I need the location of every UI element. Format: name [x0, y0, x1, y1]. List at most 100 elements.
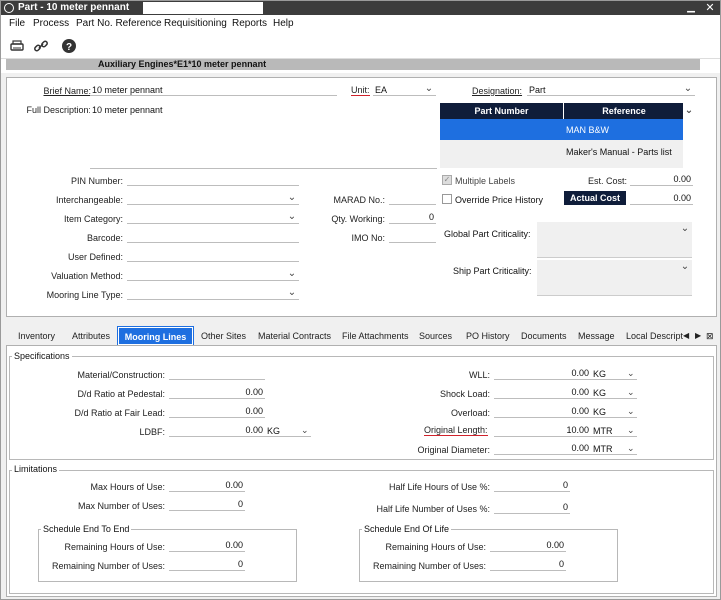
global-part-criticality-label: Global Part Criticality: — [444, 229, 531, 239]
eol-remaining-uses-field[interactable]: 0 — [490, 558, 566, 571]
wll-unit-select[interactable]: KG ⌄ — [591, 367, 637, 380]
tab-scroll-right-icon[interactable]: ▶ — [695, 327, 701, 345]
col-reference[interactable]: Reference — [565, 103, 683, 119]
max-hours-field[interactable]: 0.00 — [169, 479, 245, 492]
valuation-method-select[interactable]: ⌄ — [127, 268, 299, 281]
tab-mooring-lines[interactable]: Mooring Lines — [117, 326, 194, 346]
menu-part-no-reference[interactable]: Part No. Reference — [76, 18, 162, 29]
est-cost-field[interactable]: 0.00 — [630, 173, 693, 186]
tab-attributes[interactable]: Attributes — [72, 327, 110, 345]
chevron-down-icon[interactable]: ⌄ — [287, 269, 297, 279]
wll-field[interactable]: 0.00 — [494, 367, 591, 380]
minimize-icon[interactable]: ▁ — [684, 1, 698, 15]
wll-label: WLL: — [468, 370, 490, 380]
chevron-down-icon[interactable]: ⌄ — [627, 387, 637, 397]
tab-material-contracts[interactable]: Material Contracts — [258, 327, 331, 345]
marad-no-field[interactable] — [389, 192, 436, 205]
tab-menu-icon[interactable]: ⊠ — [706, 327, 714, 345]
max-uses-field[interactable]: 0 — [169, 498, 245, 511]
help-icon[interactable]: ? — [61, 38, 77, 54]
chevron-down-icon[interactable]: ⌄ — [684, 106, 694, 116]
global-part-criticality-select[interactable]: ⌄ — [537, 222, 692, 258]
max-hours-label: Max Hours of Use: — [90, 482, 165, 492]
menu-reports[interactable]: Reports — [232, 18, 267, 29]
qty-working-field[interactable]: 0 — [389, 211, 436, 224]
chevron-down-icon[interactable]: ⌄ — [680, 262, 690, 272]
half-life-uses-field[interactable]: 0 — [494, 501, 570, 514]
dd-pedestal-field[interactable]: 0.00 — [169, 386, 265, 399]
original-diameter-field[interactable]: 0.00 — [494, 442, 591, 455]
dd-fairlead-field[interactable]: 0.00 — [169, 405, 265, 418]
pin-number-field[interactable] — [127, 173, 299, 186]
ete-remaining-hours-field[interactable]: 0.00 — [169, 539, 245, 552]
item-category-select[interactable]: ⌄ — [127, 211, 299, 224]
menu-help[interactable]: Help — [273, 18, 294, 29]
tab-sources[interactable]: Sources — [419, 327, 452, 345]
part-window: Part - 10 meter pennant ▁ ✕ File Process… — [0, 0, 721, 600]
override-price-history-checkbox[interactable] — [442, 194, 452, 204]
chevron-down-icon[interactable]: ⌄ — [287, 288, 297, 298]
print-icon[interactable] — [9, 38, 25, 54]
designation-label: Designation: — [472, 86, 523, 96]
chevron-down-icon[interactable]: ⌄ — [287, 193, 297, 203]
link-icon[interactable] — [33, 38, 49, 54]
chevron-down-icon[interactable]: ⌄ — [627, 443, 637, 453]
original-diameter-unit-select[interactable]: MTR ⌄ — [591, 442, 637, 455]
overload-field[interactable]: 0.00 — [494, 405, 591, 418]
specifications-title: Specifications — [12, 351, 72, 361]
ship-part-criticality-label: Ship Part Criticality: — [453, 266, 532, 276]
ship-part-criticality-select[interactable]: ⌄ — [537, 260, 692, 296]
tab-strip: Inventory Attributes Mooring Lines Other… — [6, 326, 717, 346]
reference-row[interactable]: Maker's Manual - Parts list — [440, 140, 683, 168]
tab-local-description[interactable]: Local Descript — [626, 327, 683, 345]
menu-file[interactable]: File — [9, 18, 25, 29]
chevron-down-icon[interactable]: ⌄ — [627, 425, 637, 435]
menu-requisitioning[interactable]: Requisitioning — [164, 18, 227, 29]
close-icon[interactable]: ✕ — [703, 1, 717, 15]
tab-message[interactable]: Message — [578, 327, 615, 345]
original-length-unit-value: MTR — [593, 426, 613, 436]
overload-unit-select[interactable]: KG ⌄ — [591, 405, 637, 418]
chevron-down-icon[interactable]: ⌄ — [680, 224, 690, 234]
reference-row[interactable]: MAN B&W — [440, 119, 683, 140]
shock-load-unit-select[interactable]: KG ⌄ — [591, 386, 637, 399]
unit-select[interactable]: EA ⌄ — [373, 83, 436, 96]
tab-documents[interactable]: Documents — [521, 327, 567, 345]
chevron-down-icon[interactable]: ⌄ — [683, 84, 693, 94]
col-part-number[interactable]: Part Number — [440, 103, 564, 119]
designation-select[interactable]: Part ⌄ — [527, 83, 695, 96]
original-length-unit-select[interactable]: MTR ⌄ — [591, 424, 637, 437]
user-defined-field[interactable] — [127, 249, 299, 262]
chevron-down-icon[interactable]: ⌄ — [627, 406, 637, 416]
tab-po-history[interactable]: PO History — [466, 327, 510, 345]
ldbf-field[interactable]: 0.00 — [169, 424, 265, 437]
half-life-hours-field[interactable]: 0 — [494, 479, 570, 492]
original-length-field[interactable]: 10.00 — [494, 424, 591, 437]
chevron-down-icon[interactable]: ⌄ — [627, 368, 637, 378]
overload-unit-value: KG — [593, 407, 607, 417]
material-construction-field[interactable] — [169, 367, 265, 380]
schedule-end-of-life-group — [359, 529, 618, 582]
original-length-label: Original Length: — [424, 425, 488, 436]
tab-other-sites[interactable]: Other Sites — [201, 327, 246, 345]
imo-no-field[interactable] — [389, 230, 436, 243]
full-description-field[interactable]: 10 meter pennant — [90, 100, 437, 169]
chevron-down-icon[interactable]: ⌄ — [424, 84, 434, 94]
actual-cost-field[interactable]: 0.00 — [630, 192, 693, 205]
chevron-down-icon[interactable]: ⌄ — [301, 425, 311, 435]
chevron-down-icon[interactable]: ⌄ — [287, 212, 297, 222]
ete-remaining-uses-field[interactable]: 0 — [169, 558, 245, 571]
eol-remaining-hours-field[interactable]: 0.00 — [490, 539, 566, 552]
tab-scroll-left-icon[interactable]: ◀ — [683, 327, 689, 345]
tab-file-attachments[interactable]: File Attachments — [342, 327, 409, 345]
tab-inventory[interactable]: Inventory — [18, 327, 55, 345]
ldbf-unit-select[interactable]: KG ⌄ — [265, 424, 311, 437]
barcode-field[interactable] — [127, 230, 299, 243]
mooring-line-type-select[interactable]: ⌄ — [127, 287, 299, 300]
interchangeable-select[interactable]: ⌄ — [127, 192, 299, 205]
multiple-labels-checkbox[interactable]: ✓ — [442, 175, 452, 185]
breadcrumb-path: Auxiliary Engines*E1*10 meter pennant — [6, 59, 700, 70]
shock-load-field[interactable]: 0.00 — [494, 386, 591, 399]
brief-name-field[interactable]: 10 meter pennant — [90, 83, 337, 96]
menu-process[interactable]: Process — [33, 18, 69, 29]
